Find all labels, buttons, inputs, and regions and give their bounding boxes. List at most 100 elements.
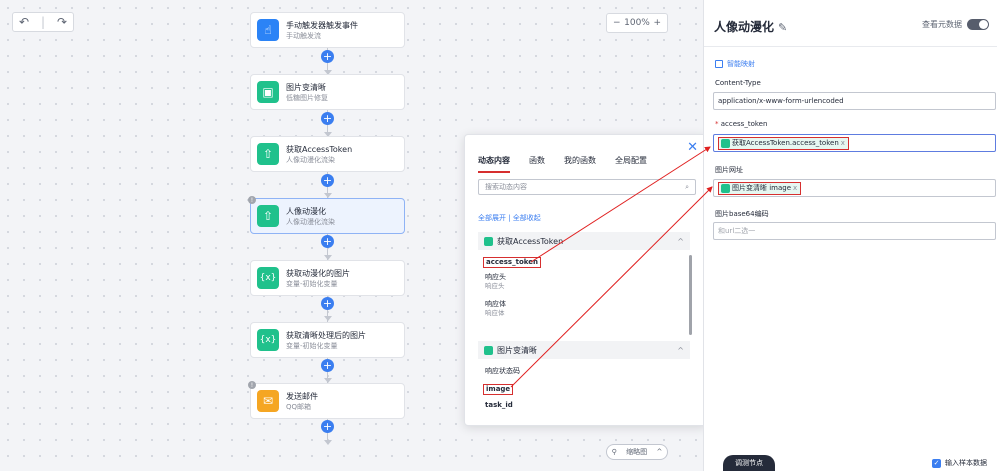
hand-icon: ☝: [257, 19, 279, 41]
variable-icon: {x}: [257, 329, 279, 351]
sample-data-checkbox[interactable]: ✓ 输入样本数据: [932, 458, 987, 468]
group-header-get-access-token[interactable]: 获取AccessToken ^: [478, 232, 690, 250]
zoom-out-button[interactable]: −: [613, 18, 621, 28]
item-sub: 响应体: [485, 309, 505, 317]
node-title: 手动触发器触发事件: [286, 20, 358, 30]
flow-node-image-enhance[interactable]: ▣ 图片变清晰 低糖图片修复: [250, 74, 405, 110]
chevron-up-icon: ^: [677, 236, 684, 246]
tab-functions[interactable]: 函数: [529, 155, 545, 173]
divider: [704, 46, 997, 47]
close-icon[interactable]: ✕: [687, 140, 698, 155]
zoom-control: − 100% +: [606, 13, 668, 33]
cloud-upload-icon: [721, 138, 730, 148]
add-step-button[interactable]: +: [321, 174, 334, 187]
node-subtitle: 低糖图片修复: [286, 93, 328, 102]
debug-node-button[interactable]: 调测节点: [723, 455, 775, 471]
field-label-content-type: Content-Type: [715, 79, 761, 87]
label-text: Content-Type: [715, 79, 761, 87]
access-token-input[interactable]: 获取AccessToken.access_token x: [713, 134, 996, 152]
node-subtitle: 变量-初始化变量: [286, 279, 338, 288]
panel-title-text: 人像动漫化: [714, 20, 775, 34]
node-title: 获取AccessToken: [286, 144, 353, 154]
flow-node-send-mail[interactable]: ! ✉ 发送邮件 QQ邮箱: [248, 381, 405, 419]
field-value: application/x-www-form-urlencoded: [718, 97, 844, 105]
label-text: 图片网址: [715, 166, 743, 174]
label-text: 图片base64编码: [715, 210, 769, 218]
node-title: 发送邮件: [286, 391, 318, 401]
field-placeholder: 和url二选一: [718, 227, 756, 235]
image-url-input[interactable]: 图片变清晰 image x: [713, 179, 996, 197]
tab-dynamic-content[interactable]: 动态内容: [478, 155, 510, 173]
tab-my-functions[interactable]: 我的函数: [564, 155, 596, 173]
image-icon: [484, 345, 493, 355]
undo-icon[interactable]: ↶: [19, 15, 29, 29]
scrollbar[interactable]: [689, 255, 692, 335]
node-title: 图片变清晰: [286, 82, 326, 92]
dynamic-chip-access-token[interactable]: 获取AccessToken.access_token x: [718, 136, 849, 150]
dynamic-item-image[interactable]: image: [483, 384, 514, 395]
info-badge-icon: !: [248, 381, 256, 389]
image-icon: [721, 183, 730, 193]
add-step-button[interactable]: +: [321, 420, 334, 433]
node-title: 人像动漫化: [286, 206, 326, 216]
add-step-button[interactable]: +: [321, 112, 334, 125]
cloud-upload-icon: [484, 236, 493, 246]
redo-icon[interactable]: ↷: [57, 15, 67, 29]
label-text: access_token: [720, 120, 768, 128]
zoom-in-button[interactable]: +: [653, 18, 661, 28]
dynamic-item-response-header[interactable]: 响应头 响应头: [485, 273, 506, 291]
dynamic-tabs: 动态内容 函数 我的函数 全局配置: [478, 155, 666, 173]
expand-collapse-all-link[interactable]: 全部展开 | 全部收起: [478, 213, 541, 223]
edit-pencil-icon[interactable]: ✎: [778, 21, 787, 34]
add-step-button[interactable]: +: [321, 235, 334, 248]
add-step-button[interactable]: +: [321, 359, 334, 372]
node-subtitle: 人像动漫化流染: [286, 217, 335, 226]
flow-node-get-access-token[interactable]: ⇧ 获取AccessToken 人像动漫化流染: [250, 136, 405, 172]
add-step-button[interactable]: +: [321, 297, 334, 310]
flow-node-manual-trigger[interactable]: ☝ 手动触发器触发事件 手动触发流: [250, 12, 405, 48]
image-base64-input[interactable]: 和url二选一: [713, 222, 996, 240]
search-placeholder: 搜索动态内容: [485, 183, 527, 191]
image-icon: ▣: [257, 81, 279, 103]
field-label-image-base64: 图片base64编码: [715, 209, 769, 219]
node-subtitle: 变量-初始化变量: [286, 341, 338, 350]
chip-text: 图片变清晰 image: [732, 184, 792, 192]
item-label: access_token: [486, 258, 538, 266]
dynamic-item-status-code[interactable]: 响应状态码: [485, 367, 520, 376]
pin-icon: ⚲: [611, 448, 617, 456]
dynamic-item-task-id[interactable]: task_id: [485, 401, 513, 410]
flow-node-get-enhanced-image[interactable]: {x} 获取清晰处理后的图片 变量-初始化变量: [250, 322, 405, 358]
zoom-level: 100%: [624, 18, 650, 28]
item-label: image: [486, 385, 511, 393]
minimap-toggle[interactable]: ⚲ 缩略图 ^: [606, 444, 668, 460]
group-header-image-enhance[interactable]: 图片变清晰 ^: [478, 341, 690, 359]
minimap-label: 缩略图: [626, 448, 648, 456]
chip-remove-icon[interactable]: x: [793, 184, 797, 192]
flow-node-portrait-anime[interactable]: ! ⇧ 人像动漫化 人像动漫化流染: [248, 196, 405, 234]
smart-mapping-link[interactable]: 智能映射: [715, 59, 755, 69]
dynamic-item-response-body[interactable]: 响应体 响应体: [485, 300, 506, 318]
item-label: 响应状态码: [485, 367, 520, 375]
metadata-toggle[interactable]: [967, 19, 989, 30]
search-icon: ⌕: [685, 182, 689, 191]
checkbox-checked-icon: ✓: [932, 458, 941, 468]
smart-mapping-label: 智能映射: [727, 60, 755, 68]
cloud-upload-icon: ⇧: [257, 143, 279, 165]
panel-title: 人像动漫化 ✎: [714, 18, 787, 35]
field-label-access-token: * access_token: [715, 120, 767, 128]
mail-icon: ✉: [257, 390, 279, 412]
field-label-image-url: 图片网址: [715, 165, 743, 175]
flow-node-get-anime-image[interactable]: {x} 获取动漫化的图片 变量-初始化变量: [250, 260, 405, 296]
metadata-toggle-wrap: 查看元数据: [922, 19, 989, 30]
tab-global-config[interactable]: 全局配置: [615, 155, 647, 173]
mapping-icon: [715, 60, 723, 68]
chip-remove-icon[interactable]: x: [841, 139, 845, 147]
dynamic-chip-image[interactable]: 图片变清晰 image x: [718, 181, 802, 195]
item-label: 响应体: [485, 300, 506, 308]
add-step-button[interactable]: +: [321, 50, 334, 63]
chip-text: 获取AccessToken.access_token: [732, 139, 839, 147]
item-label: 响应头: [485, 273, 506, 281]
dynamic-search-input[interactable]: 搜索动态内容 ⌕: [478, 179, 696, 195]
dynamic-item-access-token[interactable]: access_token: [483, 257, 541, 268]
content-type-input[interactable]: application/x-www-form-urlencoded: [713, 92, 996, 110]
